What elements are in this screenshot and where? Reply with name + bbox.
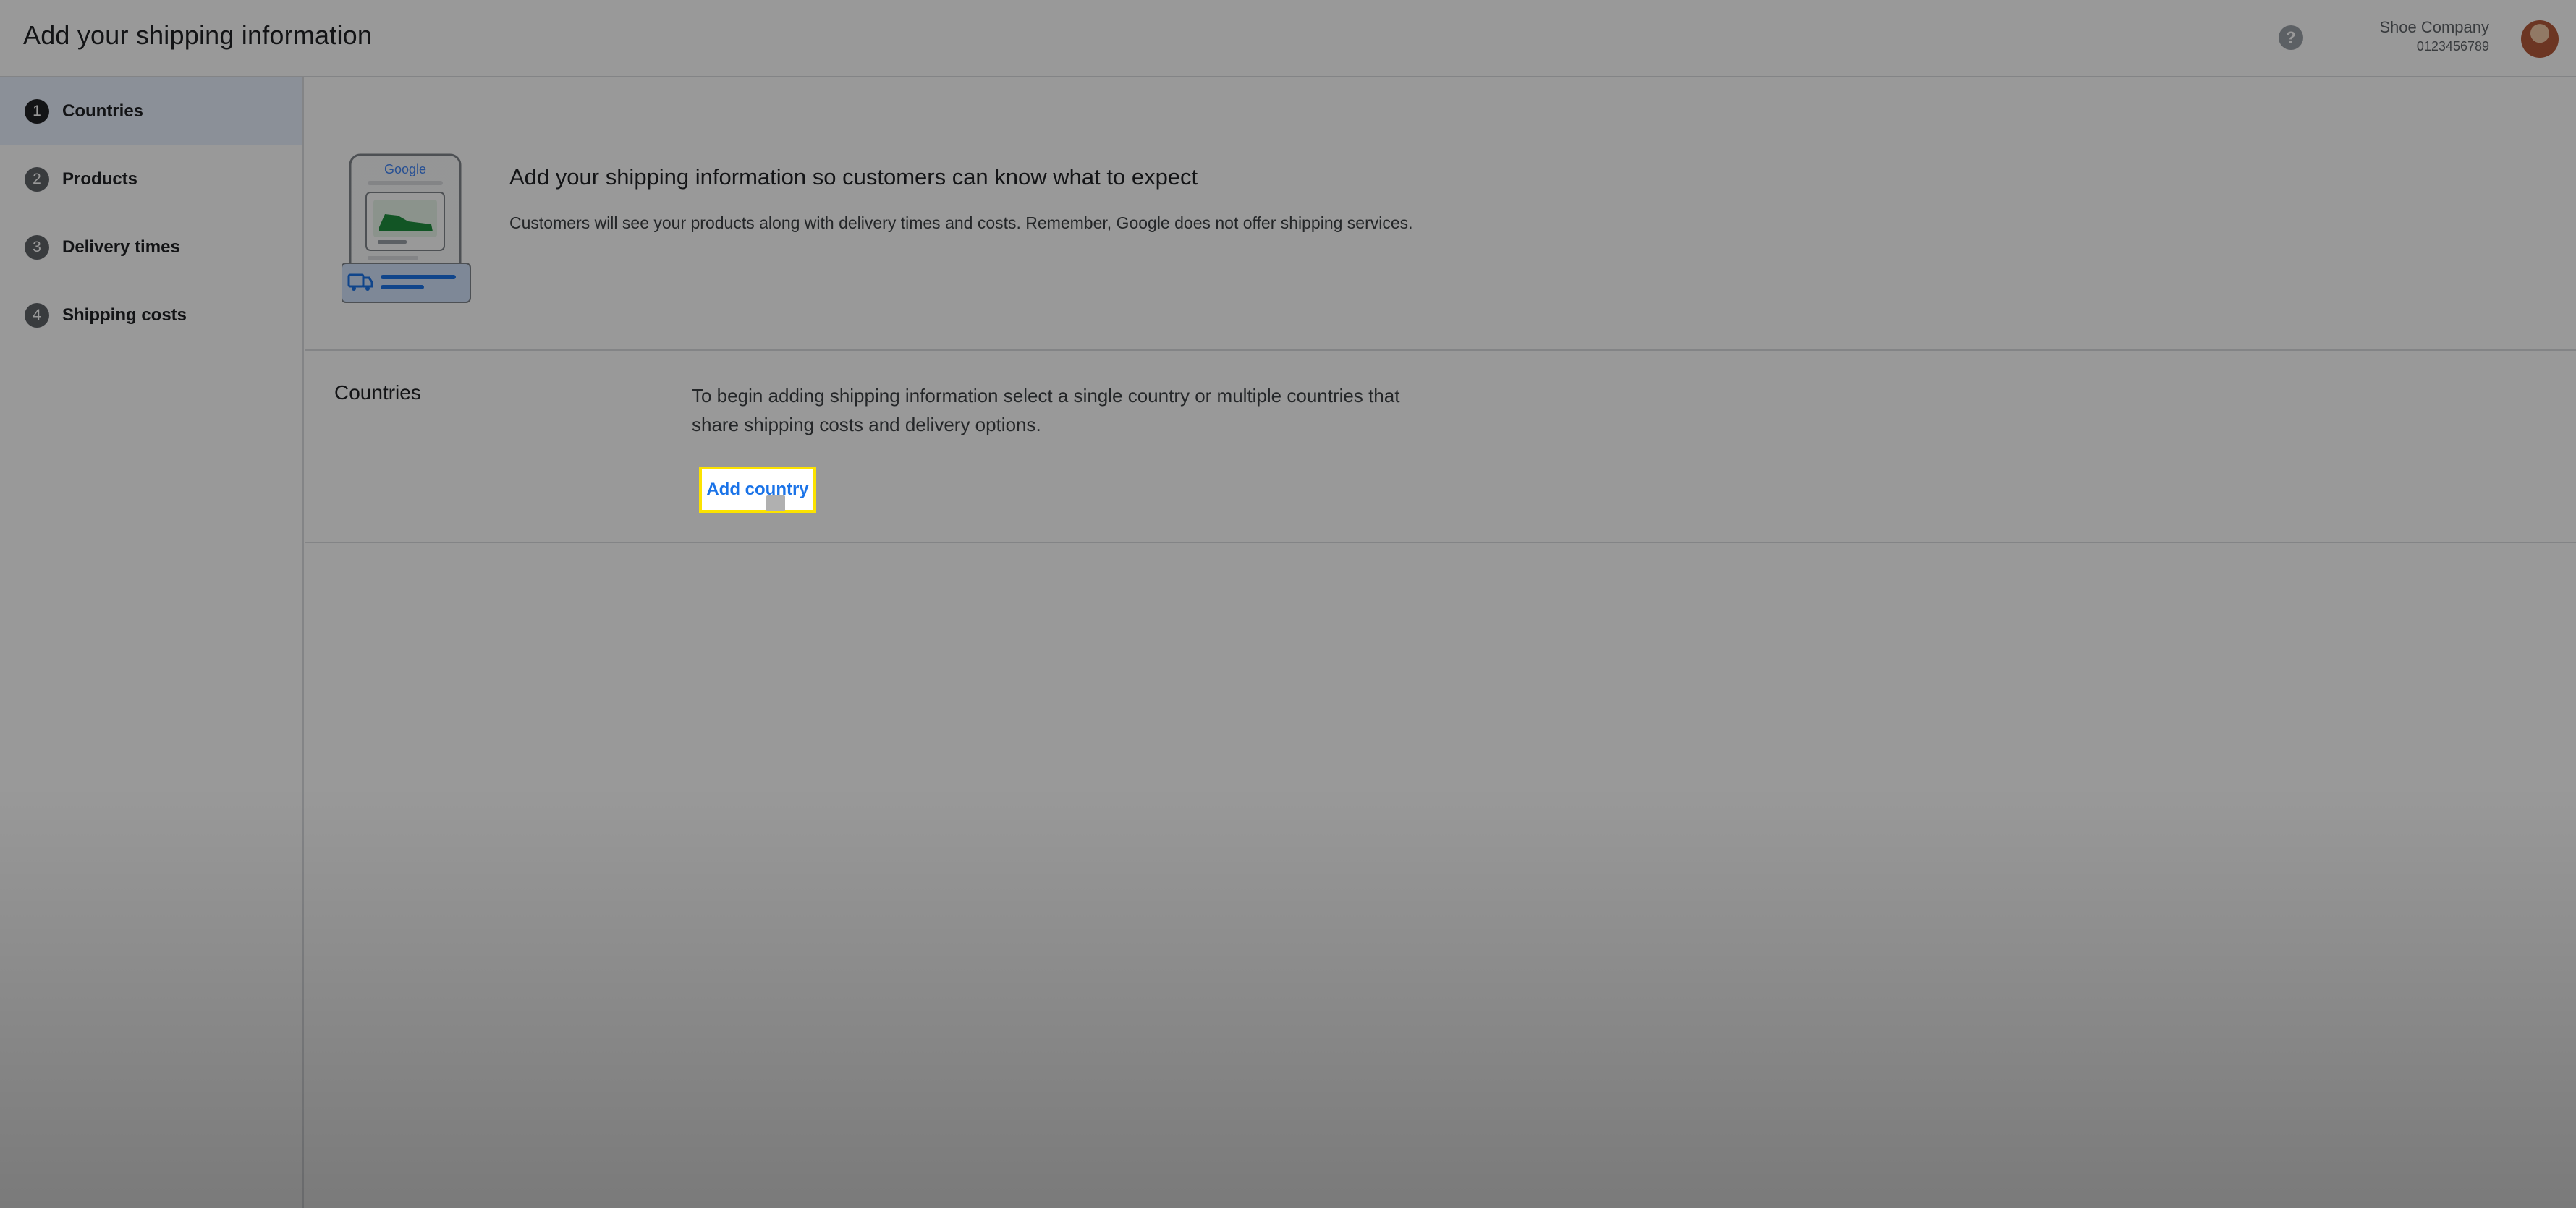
section-description: To begin adding shipping information sel… xyxy=(692,385,1400,435)
sidebar-step-products[interactable]: 2 Products xyxy=(0,145,302,213)
shipping-illustration: Google xyxy=(342,153,471,303)
step-number: 2 xyxy=(25,167,49,192)
section-title: Countries xyxy=(334,381,421,404)
main-content: Google Add your shipping information so … xyxy=(305,77,2576,1208)
cursor-icon xyxy=(766,495,785,511)
account-info[interactable]: Shoe Company 0123456789 xyxy=(2344,17,2489,58)
step-label: Shipping costs xyxy=(62,305,187,325)
countries-section: Countries To begin adding shipping infor… xyxy=(305,352,2576,543)
intro-heading: Add your shipping information so custome… xyxy=(509,164,1198,190)
app-header: Add your shipping information ? Shoe Com… xyxy=(0,0,2576,77)
sidebar-step-delivery-times[interactable]: 3 Delivery times xyxy=(0,213,302,281)
step-label: Products xyxy=(62,169,138,189)
sidebar-step-countries[interactable]: 1 Countries xyxy=(0,77,302,145)
google-logo: Google xyxy=(384,162,426,176)
step-label: Countries xyxy=(62,101,144,121)
step-number: 4 xyxy=(25,303,49,328)
svg-text:?: ? xyxy=(2286,28,2295,46)
intro-banner: Google Add your shipping information so … xyxy=(305,77,2576,351)
step-number: 1 xyxy=(25,99,49,124)
page-title: Add your shipping information xyxy=(23,20,373,50)
add-country-button[interactable]: Add country xyxy=(699,467,816,513)
intro-description: Customers will see your products along w… xyxy=(509,213,1413,232)
account-name: Shoe Company xyxy=(2379,18,2489,36)
account-id: 0123456789 xyxy=(2416,39,2489,54)
step-label: Delivery times xyxy=(62,237,180,257)
help-icon[interactable]: ? xyxy=(2276,23,2305,52)
avatar[interactable] xyxy=(2521,20,2559,58)
sidebar-step-shipping-costs[interactable]: 4 Shipping costs xyxy=(0,281,302,349)
step-number: 3 xyxy=(25,235,49,260)
highlight-spotlight: Add country xyxy=(696,464,825,522)
step-sidebar: 1 Countries 2 Products 3 Delivery times … xyxy=(0,77,304,1208)
